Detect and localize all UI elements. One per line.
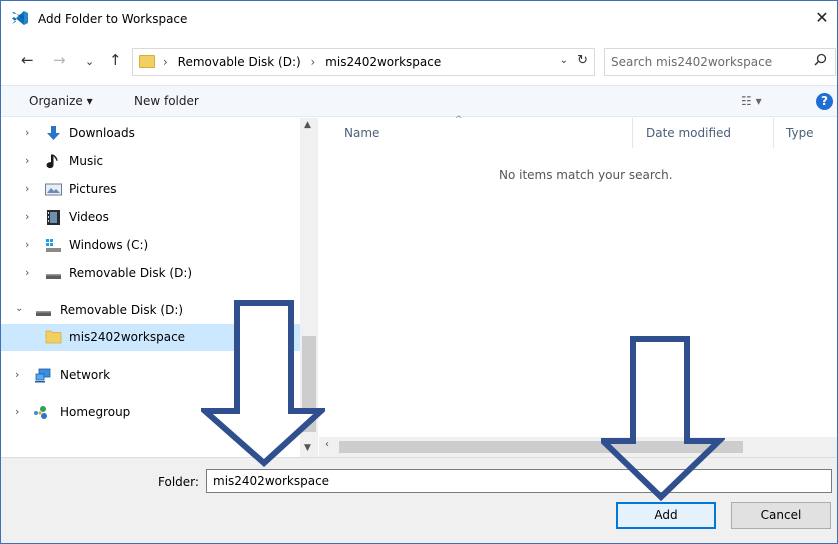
removable-disk-icon	[36, 311, 51, 316]
expand-chevron-icon[interactable]: ›	[25, 182, 29, 195]
nav-item-music[interactable]: › Music	[1, 148, 300, 175]
expand-chevron-icon[interactable]: ›	[15, 368, 19, 381]
up-button[interactable]: ↑	[109, 51, 122, 69]
forward-button[interactable]: →	[53, 51, 66, 69]
help-button[interactable]: ?	[816, 93, 833, 110]
refresh-button[interactable]: ↻	[577, 53, 588, 68]
column-header-type[interactable]: Type	[786, 126, 814, 140]
title-bar: Add Folder to Workspace ✕	[1, 1, 837, 35]
pictures-icon	[45, 183, 62, 196]
nav-item-removable-disk[interactable]: › Removable Disk (D:)	[1, 260, 300, 287]
file-list-hscrollbar[interactable]: ‹	[319, 437, 837, 457]
change-view-button[interactable]: ☷ ▾	[741, 94, 762, 108]
nav-item-label: Removable Disk (D:)	[69, 266, 193, 280]
column-divider[interactable]	[632, 118, 633, 148]
nav-item-label: Homegroup	[60, 405, 131, 419]
expand-chevron-icon[interactable]: ›	[25, 266, 29, 279]
nav-item-label: mis2402workspace	[69, 330, 186, 344]
nav-item-label: Removable Disk (D:)	[60, 303, 184, 317]
nav-item-windows-c[interactable]: › Windows (C:)	[1, 232, 300, 259]
network-icon	[35, 368, 51, 383]
nav-item-label: Network	[60, 368, 111, 382]
videos-icon	[47, 210, 60, 225]
address-dropdown-button[interactable]: ⌄	[560, 55, 568, 66]
vscode-icon	[12, 11, 28, 25]
dialog-title: Add Folder to Workspace	[38, 12, 188, 26]
drive-c-icon	[46, 239, 61, 252]
folder-icon	[139, 55, 155, 68]
file-list-pane: Name ^ Date modified Type No items match…	[319, 115, 837, 457]
homegroup-icon	[34, 406, 47, 419]
nav-item-pictures[interactable]: › Pictures	[1, 176, 300, 203]
breadcrumb-separator: ›	[310, 55, 316, 69]
empty-list-message: No items match your search.	[499, 168, 673, 182]
command-bar: Organize ▾ New folder ☷ ▾ ?	[1, 85, 837, 117]
breadcrumb-separator: ›	[163, 55, 168, 69]
address-bar[interactable]: › Removable Disk (D:) › mis2402workspace…	[132, 48, 595, 76]
folder-icon	[45, 330, 62, 344]
annotation-arrow-add	[601, 336, 725, 501]
organize-button[interactable]: Organize ▾	[29, 94, 93, 108]
search-icon	[814, 53, 827, 66]
search-box[interactable]	[604, 48, 836, 76]
nav-item-label: Windows (C:)	[69, 238, 149, 252]
column-header-date-modified[interactable]: Date modified	[646, 126, 731, 140]
breadcrumb-drive[interactable]: Removable Disk (D:)	[178, 55, 301, 69]
music-icon	[46, 154, 58, 169]
back-button[interactable]: ←	[21, 51, 34, 69]
expand-chevron-icon[interactable]: ›	[25, 210, 29, 223]
expand-chevron-icon[interactable]: ›	[25, 154, 29, 167]
new-folder-button[interactable]: New folder	[134, 94, 199, 108]
sort-ascending-icon: ^	[455, 115, 463, 125]
breadcrumb: › Removable Disk (D:) › mis2402workspace	[163, 55, 447, 69]
collapse-chevron-icon[interactable]: ⌄	[15, 303, 23, 314]
column-divider[interactable]	[773, 118, 774, 148]
expand-chevron-icon[interactable]: ›	[25, 238, 29, 251]
annotation-arrow-folder	[201, 300, 325, 467]
nav-item-label: Music	[69, 154, 104, 168]
expand-chevron-icon[interactable]: ›	[25, 126, 29, 139]
address-row: ← → ⌄ ↑ › Removable Disk (D:) › mis2402w…	[1, 45, 837, 77]
add-button[interactable]: Add	[616, 502, 716, 529]
close-button[interactable]: ✕	[807, 5, 837, 31]
nav-item-downloads[interactable]: › Downloads	[1, 120, 300, 147]
add-folder-dialog: Add Folder to Workspace ✕ ← → ⌄ ↑ › Remo…	[0, 0, 838, 544]
nav-item-label: Downloads	[69, 126, 135, 140]
scroll-up-icon[interactable]: ▲	[304, 120, 311, 130]
folder-name-field[interactable]	[206, 469, 832, 493]
folder-field-label: Folder:	[158, 475, 199, 489]
recent-locations-button[interactable]: ⌄	[85, 53, 94, 71]
downloads-icon	[47, 126, 60, 140]
search-input[interactable]	[611, 53, 801, 71]
scroll-left-icon[interactable]: ‹	[325, 439, 329, 450]
expand-chevron-icon[interactable]: ›	[15, 405, 19, 418]
cancel-button[interactable]: Cancel	[731, 502, 831, 529]
removable-disk-icon	[46, 274, 61, 279]
nav-item-label: Videos	[69, 210, 109, 224]
nav-item-label: Pictures	[69, 182, 117, 196]
nav-item-videos[interactable]: › Videos	[1, 204, 300, 231]
column-header-name[interactable]: Name	[344, 126, 379, 140]
breadcrumb-folder[interactable]: mis2402workspace	[325, 55, 441, 69]
